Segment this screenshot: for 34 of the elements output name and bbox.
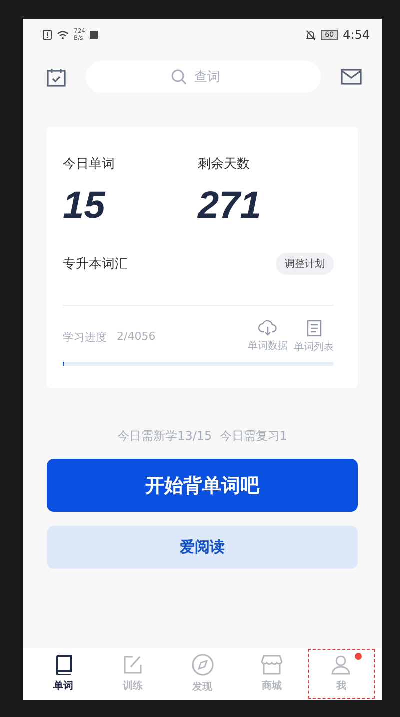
tab[interactable]: 商城 [237,648,307,700]
person-icon [331,655,352,675]
search-field[interactable]: 查词 [192,68,236,86]
book-icon [54,655,73,675]
mail-icon[interactable] [341,69,362,85]
daily-summary: 今日需新学13/15 今日需复习1 [116,428,288,445]
stat-value: 15 [63,187,107,225]
stat-label: 今日单词 [63,156,116,173]
bell-off-icon [306,30,316,40]
word-list-button[interactable]: 单词列表 [294,320,334,354]
word-data-button[interactable]: 单词数据 [248,320,288,354]
start-button[interactable]: 开始背单词吧 [47,459,358,512]
search-icon [170,69,186,85]
progress-value: 2/4056 [117,330,156,344]
shop-icon [260,655,283,675]
stat-label: 剩余天数 [198,156,251,173]
wifi-icon [57,30,69,40]
sim-icon [43,30,52,40]
book-title: 专升本词汇 [63,256,128,273]
tab[interactable]: 训练 [98,648,168,700]
adjust-plan-button[interactable]: 调整计划 [276,253,334,275]
tab[interactable]: 单词 [29,648,98,700]
tab[interactable]: 我 [306,648,376,700]
tab[interactable]: 发现 [168,648,238,700]
read-button[interactable]: 爱阅读 [47,526,358,569]
compass-icon [192,654,214,676]
calendar-icon[interactable] [47,68,66,86]
notification-icon [90,31,98,39]
edit-icon [123,655,144,675]
cloud-download-icon [258,320,278,336]
status-time: 4:54 [343,28,370,42]
document-icon [306,320,322,337]
progress-label: 学习进度 [63,330,107,344]
stat-value: 271 [198,187,262,225]
